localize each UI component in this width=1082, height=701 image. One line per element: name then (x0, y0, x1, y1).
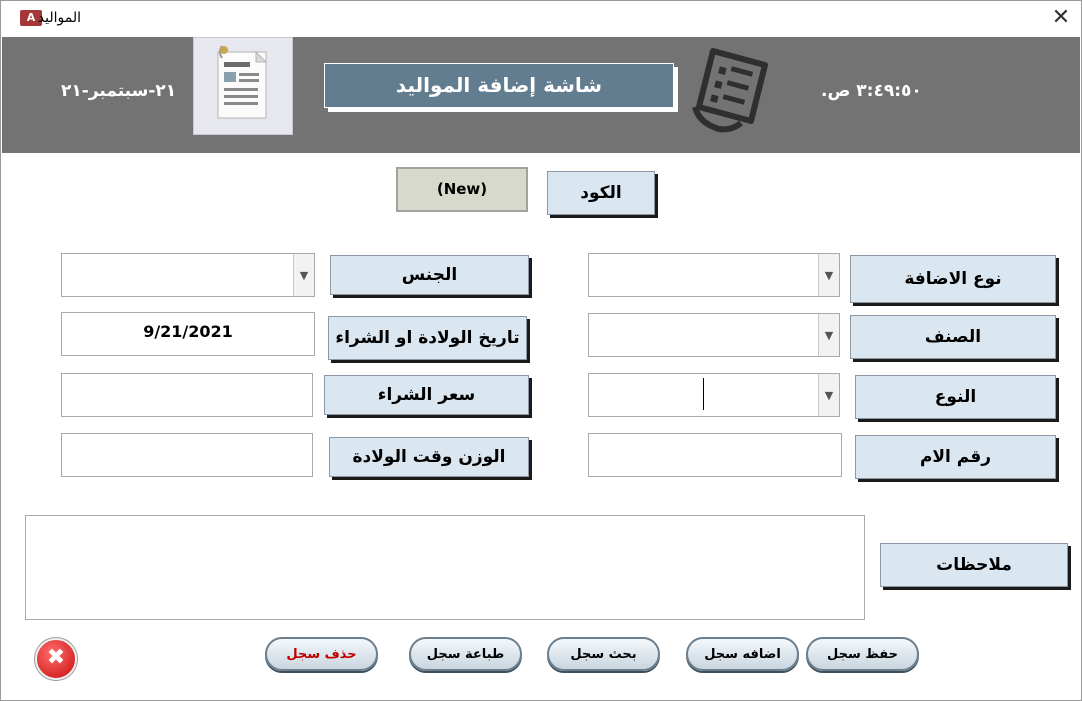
birth-weight-field[interactable] (61, 433, 313, 477)
birth-date-label: تاريخ الولادة او الشراء (328, 316, 527, 360)
birth-weight-label: الوزن وقت الولادة (329, 437, 529, 477)
mother-number-label: رقم الام (855, 435, 1056, 479)
type-label: النوع (855, 375, 1056, 419)
code-label: الكود (547, 171, 655, 215)
chevron-down-icon[interactable]: ▼ (818, 314, 839, 356)
text-cursor (703, 378, 704, 410)
birth-date-field[interactable]: 9/21/2021 (61, 312, 315, 356)
mother-number-field[interactable] (588, 433, 842, 477)
close-icon[interactable]: ✕ (1049, 6, 1073, 30)
category-label: الصنف (850, 315, 1056, 359)
delete-record-button[interactable]: حذف سجل (265, 637, 378, 671)
search-record-button[interactable]: بحث سجل (547, 637, 660, 671)
code-value: (New) (396, 167, 528, 212)
list-document-icon (689, 45, 779, 133)
type-combo[interactable]: ▼ (588, 373, 840, 417)
gender-label: الجنس (330, 255, 529, 295)
access-form-window: A المواليد ✕ ٢١-سبتمبر-٢١ شاشة إضافة الم… (0, 0, 1082, 701)
form-document-icon (193, 37, 293, 135)
gender-combo[interactable]: ▼ (61, 253, 315, 297)
notes-label: ملاحظات (880, 543, 1068, 587)
chevron-down-icon[interactable]: ▼ (818, 374, 839, 416)
add-record-button[interactable]: اضافه سجل (686, 637, 799, 671)
page-title: شاشة إضافة المواليد (324, 63, 674, 108)
addition-type-label: نوع الاضافة (850, 255, 1056, 303)
purchase-price-field[interactable] (61, 373, 313, 417)
notes-field[interactable] (25, 515, 865, 620)
exit-icon[interactable]: ✖ (35, 638, 77, 680)
save-record-button[interactable]: حفظ سجل (806, 637, 919, 671)
header-date: ٢١-سبتمبر-٢١ (61, 81, 177, 101)
title-bar: A المواليد ✕ (1, 1, 1081, 37)
addition-type-combo[interactable]: ▼ (588, 253, 840, 297)
purchase-price-label: سعر الشراء (324, 375, 529, 415)
chevron-down-icon[interactable]: ▼ (293, 254, 314, 296)
category-combo[interactable]: ▼ (588, 313, 840, 357)
window-title: المواليد (37, 10, 81, 26)
header-time: .٣:٤٩:٥٠ ص (821, 81, 922, 101)
print-record-button[interactable]: طباعة سجل (409, 637, 522, 671)
chevron-down-icon[interactable]: ▼ (818, 254, 839, 296)
